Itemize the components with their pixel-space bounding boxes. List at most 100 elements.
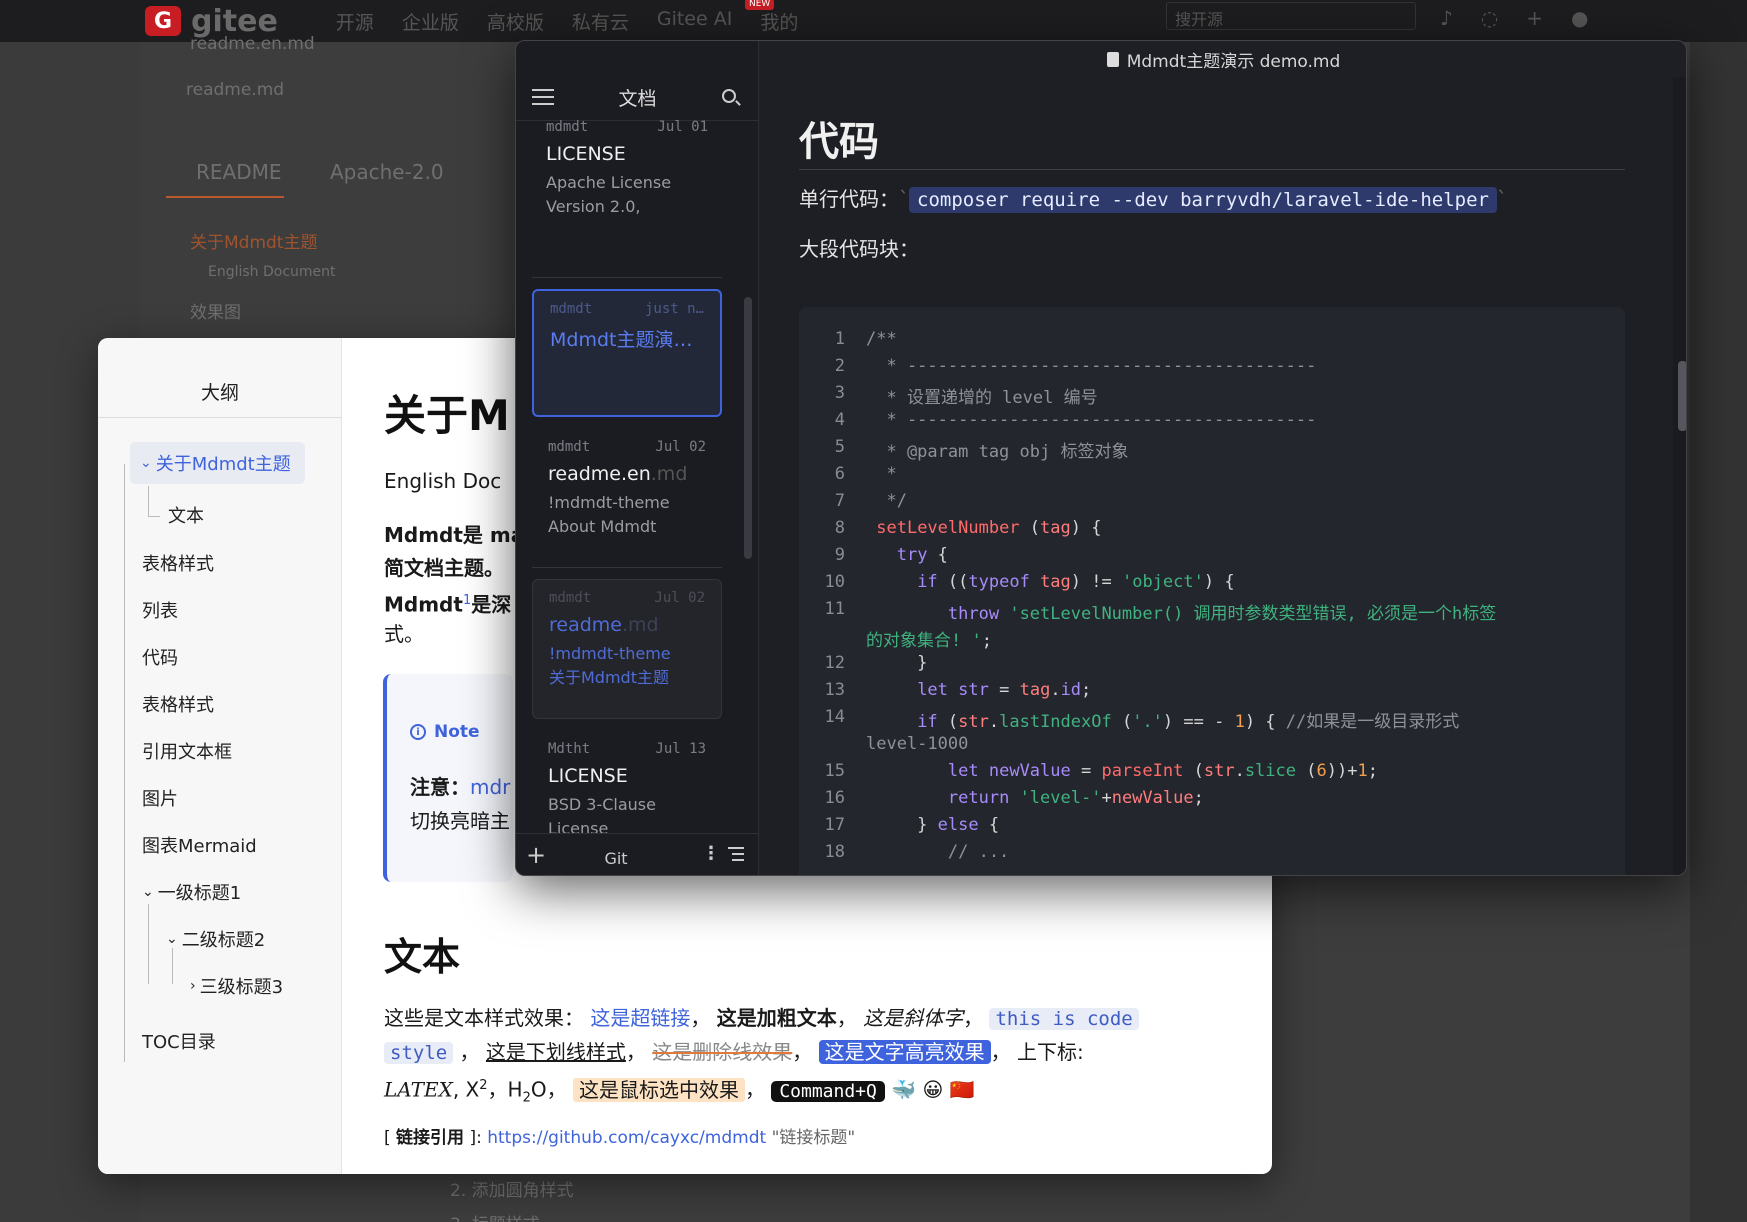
doc-name: LICENSE xyxy=(548,765,628,787)
outline-item-h2[interactable]: ⌄ 二级标题2 xyxy=(166,926,265,952)
outline-item-table-style[interactable]: 表格样式 xyxy=(142,550,214,576)
ref-url[interactable]: https://github.com/cayxc/mdmdt xyxy=(487,1128,766,1148)
code-block-label: 大段代码块： xyxy=(799,237,919,261)
outline-item-h1[interactable]: ⌄ 一级标题1 xyxy=(142,879,241,905)
underline-sample: 这是下划线样式 xyxy=(485,1040,626,1064)
window-title: Mdmdt主题演示 demo.md xyxy=(759,41,1686,77)
heading-rule xyxy=(799,169,1625,170)
doc-separator xyxy=(532,567,722,568)
bg-tab-readme[interactable]: README xyxy=(196,160,282,184)
bg-toc-item-3[interactable]: 效果图 xyxy=(190,298,241,323)
doc-date: Jul 02 xyxy=(654,590,705,606)
doc-card-readme-en[interactable]: mdmdt Jul 02 readme.en.md !mdmdt-theme Abo… xyxy=(532,439,722,539)
doc-desc-line: About Mdmdt xyxy=(548,517,657,536)
intro-line-1: Mdmdt是 ma xyxy=(384,518,524,552)
search-icon[interactable] xyxy=(722,89,736,103)
outline-item-label: 三级标题3 xyxy=(199,977,284,998)
markdown-file-icon xyxy=(1106,51,1119,67)
doc-desc-line: !mdmdt-theme xyxy=(548,493,670,512)
ref-label: 链接引用 xyxy=(396,1128,465,1148)
outline-item-mermaid[interactable]: 图表Mermaid xyxy=(142,832,257,858)
outline-item-image[interactable]: 图片 xyxy=(142,785,178,811)
doc-name: Mdmdt主题演… xyxy=(550,329,693,351)
bg-toc-item-2[interactable]: English Document xyxy=(208,264,336,280)
outline-item-code[interactable]: 代码 xyxy=(142,644,178,670)
bg-file-readme[interactable]: readme.md xyxy=(186,80,284,100)
code-line: 6 * xyxy=(834,464,897,484)
note-label-text: Note xyxy=(434,722,480,742)
bg-tab-license[interactable]: Apache-2.0 xyxy=(330,160,444,184)
hyperlink-sample[interactable]: 这是超链接 xyxy=(590,1006,690,1030)
outline-item-toc[interactable]: TOC目录 xyxy=(142,1028,216,1054)
plus-icon[interactable]: + xyxy=(1526,6,1543,30)
code-block[interactable]: 1/** 2 * -------------------------------… xyxy=(799,307,1625,875)
nav-item-university[interactable]: 高校版 xyxy=(487,8,544,35)
outline-item-h3[interactable]: › 三级标题3 xyxy=(190,973,283,999)
editor-scrollbar[interactable] xyxy=(1678,361,1686,431)
gitee-nav-icons: ♪ ◌ + ● xyxy=(1440,6,1588,30)
nav-item-private-cloud[interactable]: 私有云 xyxy=(572,8,629,35)
outline-item-quote[interactable]: 引用文本框 xyxy=(142,738,232,764)
footnote-ref[interactable]: 1 xyxy=(463,593,471,608)
code-line: 14 if (str.lastIndexOf ('.') == - 1) { /… xyxy=(824,707,1460,732)
note-link[interactable]: mdr xyxy=(470,775,510,799)
doc-card-license-bsd[interactable]: Mdtht Jul 13 LICENSE BSD 3-Clause License xyxy=(532,741,722,841)
gitee-nav-menu: 开源 企业版 高校版 私有云 Gitee AI NEW 我的 xyxy=(336,0,798,35)
code-line: 18 // ... xyxy=(824,842,1010,862)
selection-sample: 这是鼠标选中效果 xyxy=(572,1077,745,1102)
doc-card-license-apache[interactable]: mdmdt Jul 01 LICENSE Apache License Versio… xyxy=(532,111,722,227)
bg-list-item-2: 2. 添加圆角样式 xyxy=(450,1181,574,1201)
outline-item-list[interactable]: 列表 xyxy=(142,597,178,623)
nav-item-open-source[interactable]: 开源 xyxy=(336,8,374,35)
bg-file-readme-en[interactable]: readme.en.md xyxy=(190,34,315,54)
doc-card-readme[interactable]: mdmdt Jul 02 readme.md !mdmdt-theme 关于Mdmd… xyxy=(532,579,722,719)
nav-item-enterprise[interactable]: 企业版 xyxy=(402,8,459,35)
ref-bracket-open: [ xyxy=(384,1128,391,1148)
supsub-label: 上下标: xyxy=(1017,1040,1084,1064)
note-label: i Note xyxy=(410,722,480,742)
location-icon[interactable]: ◌ xyxy=(1481,6,1498,30)
nav-item-mine[interactable]: 我的 xyxy=(760,8,798,35)
editor-pane[interactable]: 代码 单行代码：` composer require --dev barryvdh… xyxy=(759,77,1686,875)
gitee-search-input[interactable]: 搜开源 xyxy=(1166,2,1416,30)
outline-sidebar: 大纲 ⌄ 关于Mdmdt主题 文本 表格样式 列表 代码 表格样式 引用文本框 图… xyxy=(98,338,342,1174)
doc-meta: mdmdt Jul 01 xyxy=(546,119,708,135)
doc-heading: 关于M xyxy=(384,391,510,440)
documents-scrollbar[interactable] xyxy=(744,297,752,559)
tree-view-icon[interactable] xyxy=(728,847,744,863)
code-line: 2 * ------------------------------------… xyxy=(834,356,1317,376)
outline-item-table-style-2[interactable]: 表格样式 xyxy=(142,691,214,717)
outline-tree-line xyxy=(172,948,173,984)
text-intro: 这些是文本样式效果： xyxy=(384,1006,584,1030)
doc-meta: mdmdt just n… xyxy=(550,301,704,317)
outline-item-about[interactable]: ⌄ 关于Mdmdt主题 xyxy=(130,442,305,484)
doc-date: Jul 13 xyxy=(655,741,706,757)
ref-title: "链接标题" xyxy=(771,1128,856,1148)
avatar[interactable]: ● xyxy=(1571,6,1588,30)
doc-meta: mdmdt Jul 02 xyxy=(549,590,705,606)
doc-desc: !mdmdt-theme About Mdmdt xyxy=(548,491,706,539)
git-button[interactable]: Git xyxy=(516,849,716,868)
doc-ext: .md xyxy=(622,614,659,636)
doc-folder: mdmdt xyxy=(550,301,593,317)
inline-code-line: 单行代码：` composer require --dev barryvdh/la… xyxy=(799,187,1507,213)
doc-desc-line: !mdmdt-theme xyxy=(549,644,671,663)
latex-sample: LATEX xyxy=(384,1077,453,1102)
nav-item-gitee-ai[interactable]: Gitee AI NEW xyxy=(657,0,775,35)
link-reference-line: [ 链接引用 ]: https://github.com/cayxc/mdmdt… xyxy=(384,1121,855,1155)
doc-name: readme.md xyxy=(549,614,705,636)
strikethrough-sample: 这是删除线效果 xyxy=(652,1040,793,1064)
english-doc-link[interactable]: English Doc xyxy=(384,464,501,498)
outline-tree-line xyxy=(148,516,160,517)
more-icon[interactable]: ⋮ xyxy=(702,843,720,864)
text-style-line-3: LATEX, X2，H2O， 这是鼠标选中效果， Command+Q 🐳 😀 🇨… xyxy=(384,1077,975,1106)
intro-line-3-rest: 是深 xyxy=(471,592,512,617)
bg-toc-item-1[interactable]: 关于Mdmdt主题 xyxy=(190,228,317,253)
text-section-heading: 文本 xyxy=(384,935,461,979)
doc-card-demo-active[interactable]: mdmdt just n… Mdmdt主题演… xyxy=(532,289,722,417)
outline-tree-line xyxy=(148,904,149,984)
chevron-down-icon: ⌄ xyxy=(140,455,152,471)
bell-icon[interactable]: ♪ xyxy=(1440,6,1453,30)
outline-item-text[interactable]: 文本 xyxy=(168,502,204,528)
subscript-sample: 2 xyxy=(522,1090,531,1106)
